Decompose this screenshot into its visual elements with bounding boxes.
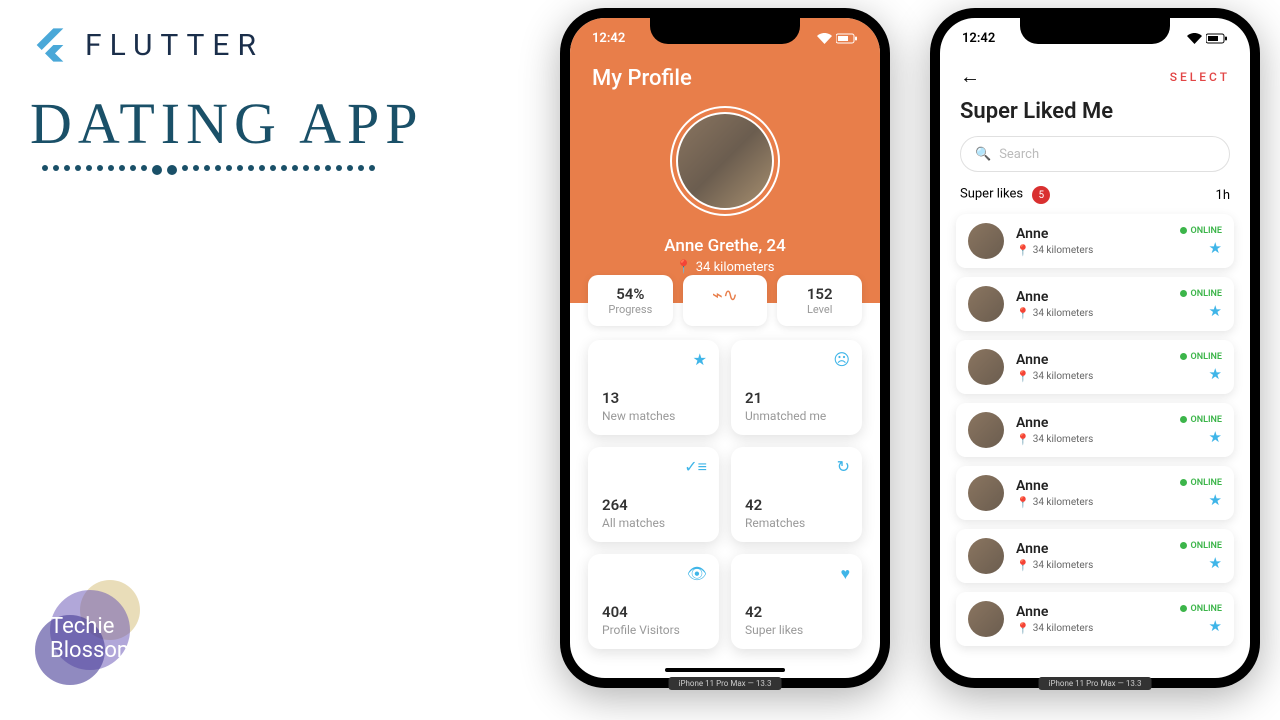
tile-all-matches[interactable]: ✓≡264All matches	[588, 447, 719, 542]
pulse-icon: ⌁∿	[689, 285, 762, 306]
star-icon[interactable]: ★	[1209, 554, 1222, 572]
tile-new-matches[interactable]: ★13New matches	[588, 340, 719, 435]
item-avatar	[968, 601, 1004, 637]
status-time: 12:42	[962, 31, 995, 46]
item-avatar	[968, 349, 1004, 385]
refresh-icon: ↻	[837, 457, 850, 476]
tile-visitors[interactable]: 👁404Profile Visitors	[588, 554, 719, 649]
profile-distance: 📍 34 kilometers	[570, 260, 880, 275]
title-text: DATING APP	[30, 90, 424, 157]
item-avatar	[968, 286, 1004, 322]
device-notch	[1020, 18, 1170, 44]
location-pin-icon: 📍	[1016, 559, 1030, 572]
page-title: DATING APP	[30, 90, 424, 175]
search-icon: 🔍	[975, 147, 991, 162]
star-icon[interactable]: ★	[1209, 491, 1222, 509]
item-avatar	[968, 223, 1004, 259]
search-input[interactable]: 🔍 Search	[960, 136, 1230, 172]
home-indicator[interactable]	[665, 668, 785, 672]
list-item[interactable]: Anne📍34 kilometersONLINE★	[956, 340, 1234, 394]
location-pin-icon: 📍	[1016, 433, 1030, 446]
search-placeholder: Search	[999, 147, 1039, 162]
status-icons	[1187, 33, 1228, 44]
online-dot-icon	[1180, 542, 1187, 549]
location-pin-icon: 📍	[1016, 622, 1030, 635]
profile-header: 12:42 My Profile Anne Grethe, 24 📍 34 ki…	[570, 18, 880, 303]
profile-title: My Profile	[592, 66, 692, 91]
back-button[interactable]: ←	[960, 64, 980, 89]
brand-logo: Techie Blossom	[30, 580, 150, 700]
item-avatar	[968, 538, 1004, 574]
flutter-label: FLUTTER	[85, 28, 264, 63]
device-label: iPhone 11 Pro Max — 13.3	[669, 677, 782, 690]
title-decoration	[30, 165, 424, 175]
super-likes-list: Anne📍34 kilometersONLINE★ Anne📍34 kilome…	[940, 214, 1250, 646]
heart-icon: ♥	[841, 564, 851, 584]
online-dot-icon	[1180, 353, 1187, 360]
tile-rematches[interactable]: ↻42Rematches	[731, 447, 862, 542]
star-icon[interactable]: ★	[1209, 428, 1222, 446]
status-time: 12:42	[592, 31, 625, 46]
star-icon[interactable]: ★	[1209, 239, 1222, 257]
stat-level[interactable]: 152 Level	[777, 275, 862, 326]
list-item[interactable]: Anne📍34 kilometersONLINE★	[956, 277, 1234, 331]
location-pin-icon: 📍	[676, 260, 692, 275]
eye-icon: 👁	[687, 564, 707, 583]
star-icon: ★	[693, 350, 707, 369]
online-dot-icon	[1180, 416, 1187, 423]
checklist-icon: ✓≡	[684, 457, 707, 477]
sad-icon: ☹	[833, 350, 850, 369]
meta-time: 1h	[1216, 188, 1230, 203]
online-dot-icon	[1180, 479, 1187, 486]
stat-pulse[interactable]: ⌁∿	[683, 275, 768, 326]
tile-super-likes[interactable]: ♥42Super likes	[731, 554, 862, 649]
location-pin-icon: 📍	[1016, 370, 1030, 383]
list-item[interactable]: Anne📍34 kilometersONLINE★	[956, 214, 1234, 268]
phone-mockup-profile: 12:42 My Profile Anne Grethe, 24 📍 34 ki…	[560, 8, 890, 688]
tile-unmatched[interactable]: ☹21Unmatched me	[731, 340, 862, 435]
avatar-ring[interactable]	[670, 106, 780, 216]
flutter-logo-icon	[30, 25, 70, 65]
page-title: Super Liked Me	[940, 89, 1250, 136]
star-icon[interactable]: ★	[1209, 365, 1222, 383]
phone-mockup-superliked: 12:42 ← SELECT Super Liked Me 🔍 Search S…	[930, 8, 1260, 688]
device-notch	[650, 18, 800, 44]
online-dot-icon	[1180, 227, 1187, 234]
item-avatar	[968, 475, 1004, 511]
stats-row: 54% Progress ⌁∿ 152 Level	[570, 275, 880, 326]
status-icons	[817, 33, 858, 44]
online-dot-icon	[1180, 290, 1187, 297]
stat-progress[interactable]: 54% Progress	[588, 275, 673, 326]
star-icon[interactable]: ★	[1209, 617, 1222, 635]
location-pin-icon: 📍	[1016, 307, 1030, 320]
location-pin-icon: 📍	[1016, 244, 1030, 257]
tiles-grid: ★13New matches ☹21Unmatched me ✓≡264All …	[570, 326, 880, 663]
item-avatar	[968, 412, 1004, 448]
select-button[interactable]: SELECT	[1170, 70, 1230, 84]
device-label: iPhone 11 Pro Max — 13.3	[1039, 677, 1152, 690]
list-item[interactable]: Anne📍34 kilometersONLINE★	[956, 466, 1234, 520]
user-avatar	[676, 112, 774, 210]
page-header: FLUTTER	[30, 25, 264, 65]
online-dot-icon	[1180, 605, 1187, 612]
meta-row: Super likes 5 1h	[940, 186, 1250, 214]
list-item[interactable]: Anne📍34 kilometersONLINE★	[956, 592, 1234, 646]
star-icon[interactable]: ★	[1209, 302, 1222, 320]
list-item[interactable]: Anne📍34 kilometersONLINE★	[956, 403, 1234, 457]
brand-text: Techie Blossom	[50, 615, 136, 663]
profile-name: Anne Grethe, 24	[570, 236, 880, 256]
list-item[interactable]: Anne📍34 kilometersONLINE★	[956, 529, 1234, 583]
count-badge: 5	[1032, 186, 1050, 204]
location-pin-icon: 📍	[1016, 496, 1030, 509]
